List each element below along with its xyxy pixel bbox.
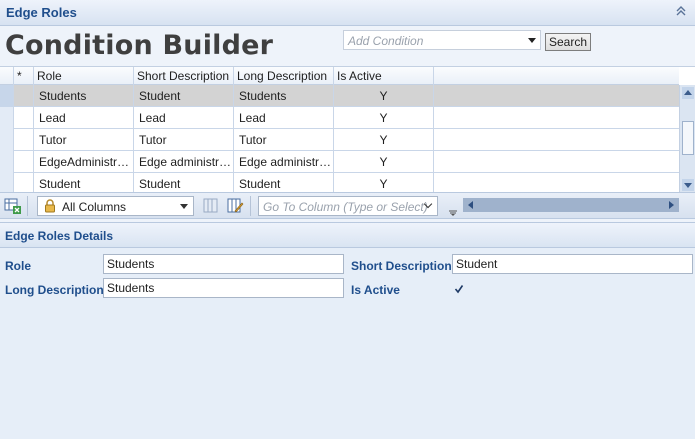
horizontal-scrollbar[interactable] bbox=[463, 198, 679, 212]
table-row[interactable]: Lead Lead Lead Y bbox=[0, 107, 679, 129]
short-description-label: Short Description bbox=[351, 259, 452, 273]
roles-grid: * Role Short Description Long Descriptio… bbox=[0, 66, 695, 195]
condition-builder-heading: Condition Builder bbox=[5, 30, 274, 61]
cell-role[interactable]: Tutor bbox=[34, 129, 134, 151]
row-star-cell bbox=[14, 85, 34, 107]
cell-short-description[interactable]: Lead bbox=[134, 107, 234, 129]
cell-role[interactable]: Students bbox=[34, 85, 134, 107]
vertical-scrollbar[interactable] bbox=[679, 85, 695, 193]
role-field[interactable]: Students bbox=[103, 254, 344, 274]
scroll-left-icon[interactable] bbox=[468, 201, 473, 209]
grid-header: * Role Short Description Long Descriptio… bbox=[0, 67, 679, 85]
add-condition-dropdown[interactable]: Add Condition bbox=[343, 30, 541, 50]
short-description-field[interactable]: Student bbox=[452, 254, 693, 274]
long-description-label: Long Description bbox=[5, 283, 104, 297]
column-header-is-active[interactable]: Is Active bbox=[334, 67, 434, 85]
column-header-role[interactable]: Role bbox=[34, 67, 134, 85]
cell-is-active[interactable]: Y bbox=[334, 85, 434, 107]
dropdown-arrow-icon bbox=[180, 204, 188, 209]
scroll-right-icon[interactable] bbox=[669, 201, 674, 209]
export-grid-icon[interactable] bbox=[4, 197, 22, 215]
row-indicator[interactable] bbox=[0, 107, 14, 129]
column-header-star[interactable]: * bbox=[14, 67, 34, 85]
row-star-cell bbox=[14, 151, 34, 173]
go-to-column-input[interactable]: Go To Column (Type or Select) bbox=[258, 196, 438, 216]
cell-long-description[interactable]: Lead bbox=[234, 107, 334, 129]
cell-is-active[interactable]: Y bbox=[334, 107, 434, 129]
cell-short-description[interactable]: Student bbox=[134, 85, 234, 107]
row-indicator[interactable] bbox=[0, 85, 14, 107]
cell-is-active[interactable]: Y bbox=[334, 151, 434, 173]
scroll-down-icon[interactable] bbox=[682, 179, 694, 191]
cell-short-description[interactable]: Edge administr… bbox=[134, 151, 234, 173]
grid-toolbar: All Columns Go To Column (Type or Select… bbox=[0, 192, 695, 219]
cell-role[interactable]: EdgeAdministr… bbox=[34, 151, 134, 173]
table-row[interactable]: Tutor Tutor Tutor Y bbox=[0, 129, 679, 151]
column-selector-value: All Columns bbox=[62, 200, 127, 214]
search-button[interactable]: Search bbox=[545, 33, 591, 51]
details-title: Edge Roles Details bbox=[5, 229, 114, 243]
column-layout-icon[interactable] bbox=[202, 197, 220, 215]
toolbar-divider bbox=[27, 196, 28, 216]
condition-builder: Condition Builder Add Condition Search bbox=[0, 26, 695, 66]
scrollbar-thumb[interactable] bbox=[682, 121, 694, 155]
cell-short-description[interactable]: Tutor bbox=[134, 129, 234, 151]
cell-long-description[interactable]: Students bbox=[234, 85, 334, 107]
column-header-long-description[interactable]: Long Description bbox=[234, 67, 334, 85]
table-row[interactable]: Student Student Student Y bbox=[0, 173, 679, 195]
row-indicator[interactable] bbox=[0, 151, 14, 173]
details-titlebar: Edge Roles Details bbox=[0, 222, 695, 248]
role-label: Role bbox=[5, 259, 32, 273]
table-row[interactable]: EdgeAdministr… Edge administr… Edge admi… bbox=[0, 151, 679, 173]
panel-titlebar: Edge Roles bbox=[0, 0, 695, 26]
cell-role[interactable]: Lead bbox=[34, 107, 134, 129]
toolbar-divider bbox=[250, 196, 251, 216]
row-indicator-header bbox=[0, 67, 14, 85]
lock-icon bbox=[43, 199, 57, 213]
add-condition-placeholder: Add Condition bbox=[348, 34, 424, 48]
details-form: Role Students Short Description Student … bbox=[0, 248, 695, 439]
column-header-short-description[interactable]: Short Description bbox=[134, 67, 234, 85]
long-description-field[interactable]: Students bbox=[103, 278, 344, 298]
column-selector-dropdown[interactable]: All Columns bbox=[37, 196, 194, 216]
cell-long-description[interactable]: Tutor bbox=[234, 129, 334, 151]
scroll-up-icon[interactable] bbox=[682, 87, 694, 99]
is-active-label: Is Active bbox=[351, 283, 400, 297]
cell-long-description[interactable]: Edge administr… bbox=[234, 151, 334, 173]
dropdown-arrow-icon bbox=[528, 38, 536, 43]
cell-is-active[interactable]: Y bbox=[334, 129, 434, 151]
go-to-column-placeholder: Go To Column (Type or Select) bbox=[263, 200, 428, 214]
row-star-cell bbox=[14, 129, 34, 151]
panel-title: Edge Roles bbox=[6, 5, 77, 20]
row-indicator[interactable] bbox=[0, 129, 14, 151]
double-chevron-up-icon[interactable] bbox=[675, 4, 687, 18]
table-row[interactable]: Students Student Students Y bbox=[0, 85, 679, 107]
edit-columns-icon[interactable] bbox=[226, 197, 244, 215]
row-star-cell bbox=[14, 107, 34, 129]
is-active-checkbox[interactable] bbox=[454, 284, 464, 294]
grip-icon[interactable] bbox=[449, 205, 457, 216]
